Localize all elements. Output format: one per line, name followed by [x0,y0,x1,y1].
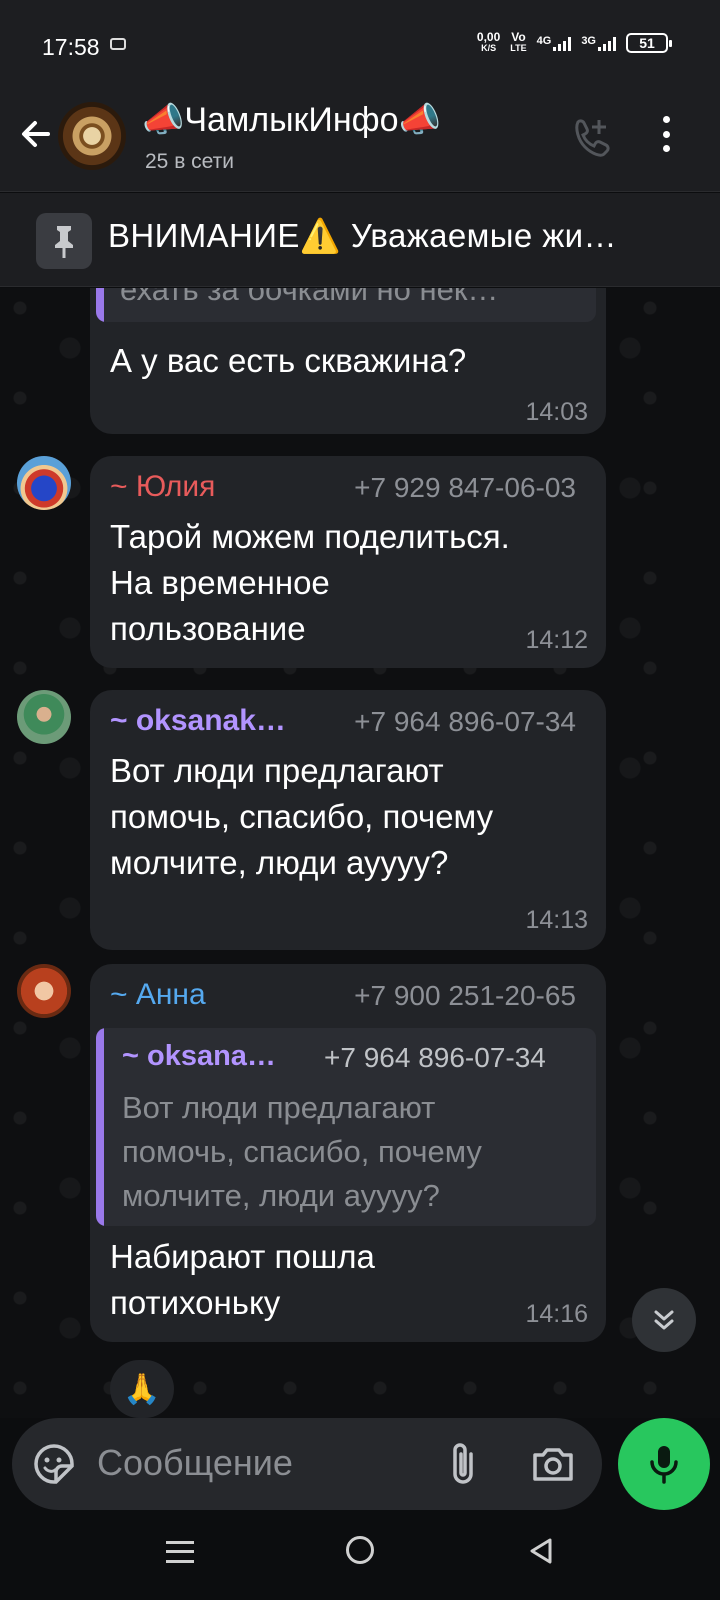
message-bubble[interactable]: ~ Юлия +7 929 847-06-03 Тарой можем поде… [90,456,606,668]
net-speed-unit: K/S [481,43,497,53]
reply-snippet: ехать за бочками но нек… [120,288,499,307]
message-time: 14:16 [525,1300,588,1328]
reply-phone: +7 964 896-07-34 [324,1042,546,1073]
avatar[interactable] [17,964,71,1018]
sender-phone: +7 900 251-20-65 [354,980,576,1011]
camera-icon[interactable] [530,1442,576,1486]
message-time: 14:12 [525,626,588,654]
reply-preview[interactable]: ~ oksana… +7 964 896-07-34 Вот люди пред… [96,1028,596,1226]
net-speed-value: 0,00 [476,30,501,44]
group-avatar[interactable] [58,102,126,170]
avatar[interactable] [17,690,71,744]
nav-menu-icon[interactable] [166,1538,194,1566]
net-speed: 0,00 K/S [476,30,501,54]
attach-icon[interactable] [444,1440,484,1488]
sender-name[interactable]: ~ Юлия [110,470,215,504]
volte-top: Vo [511,30,526,44]
message-text-line: Тарой можем поделиться. [110,518,510,555]
message-text-line: Набирают пошла [110,1238,375,1275]
message-bubble[interactable]: ~ Анна +7 900 251-20-65 ~ oksana… +7 964… [90,964,606,1342]
message-composer[interactable]: Сообщение [12,1418,602,1510]
reaction-badge[interactable]: 🙏 [110,1360,174,1418]
online-count: 25 в сети [145,150,235,173]
more-icon[interactable] [662,116,670,152]
message-list[interactable]: ехать за бочками но нек… А у вас есть ск… [0,288,720,1418]
status-indicators: 0,00 K/S Vo LTE 4G 3G 51 [476,30,672,54]
avatar[interactable] [17,456,71,510]
pinned-text: ВНИМАНИЕ⚠️ Уважаемые жи… [108,217,617,254]
reply-bar [96,288,104,322]
reply-line: молчите, люди ауууу? [122,1178,440,1213]
add-call-icon[interactable] [568,114,612,158]
reply-sender: ~ oksana… [122,1040,276,1072]
network-2-label: 3G [581,35,596,47]
message-time: 14:03 [525,398,588,426]
system-nav-bar [0,1518,720,1600]
sender-name[interactable]: ~ Анна [110,978,206,1012]
mic-icon[interactable] [618,1418,710,1510]
battery-level: 51 [639,35,655,51]
reply-line: помочь, спасибо, почему [122,1134,482,1169]
reply-bar [96,1028,104,1226]
message-text-line: помочь, спасибо, почему [110,798,494,835]
signal-2-icon [598,35,616,51]
message-bubble[interactable]: ехать за бочками но нек… А у вас есть ск… [90,288,606,434]
scroll-down-icon[interactable] [632,1288,696,1352]
nav-back-icon[interactable] [526,1536,556,1566]
sender-phone: +7 929 847-06-03 [354,472,576,503]
status-time: 17:58 [42,34,100,60]
sender-name[interactable]: ~ oksanak… [110,704,286,738]
back-arrow-icon[interactable] [16,114,56,154]
sticker-icon[interactable] [32,1442,76,1486]
battery-icon: 51 [626,33,672,53]
message-text-line: На временное [110,564,330,601]
message-text-line: Вот люди предлагают [110,752,444,789]
pin-icon [36,213,92,269]
chat-header: 📣ЧамлыкИнфо📣 25 в сети [0,92,720,192]
signal-1-icon [553,35,572,51]
pinned-message[interactable]: ВНИМАНИЕ⚠️ Уважаемые жи… [0,193,720,287]
message-text-line: молчите, люди ауууу? [110,844,449,881]
screenshot-icon [110,38,126,50]
message-text-line: пользование [110,610,306,647]
message-text: А у вас есть скважина? [110,342,467,379]
reply-line: Вот люди предлагают [122,1090,436,1125]
sender-phone: +7 964 896-07-34 [354,706,576,737]
message-input[interactable]: Сообщение [97,1442,293,1484]
volte-bottom: LTE [510,43,527,53]
reply-preview[interactable]: ехать за бочками но нек… [96,288,596,322]
status-bar: 17:58 0,00 K/S Vo LTE 4G 3G 51 [0,0,720,92]
network-1-label: 4G [536,35,552,47]
signal-2: 3G [581,35,616,51]
message-time: 14:13 [525,906,588,934]
volte-icon: Vo LTE [510,30,527,54]
chat-title[interactable]: 📣ЧамлыкИнфо📣 [142,100,441,140]
nav-home-icon[interactable] [346,1536,374,1564]
signal-1: 4G [537,35,572,51]
message-bubble[interactable]: ~ oksanak… +7 964 896-07-34 Вот люди пре… [90,690,606,950]
message-text-line: потихоньку [110,1284,281,1321]
